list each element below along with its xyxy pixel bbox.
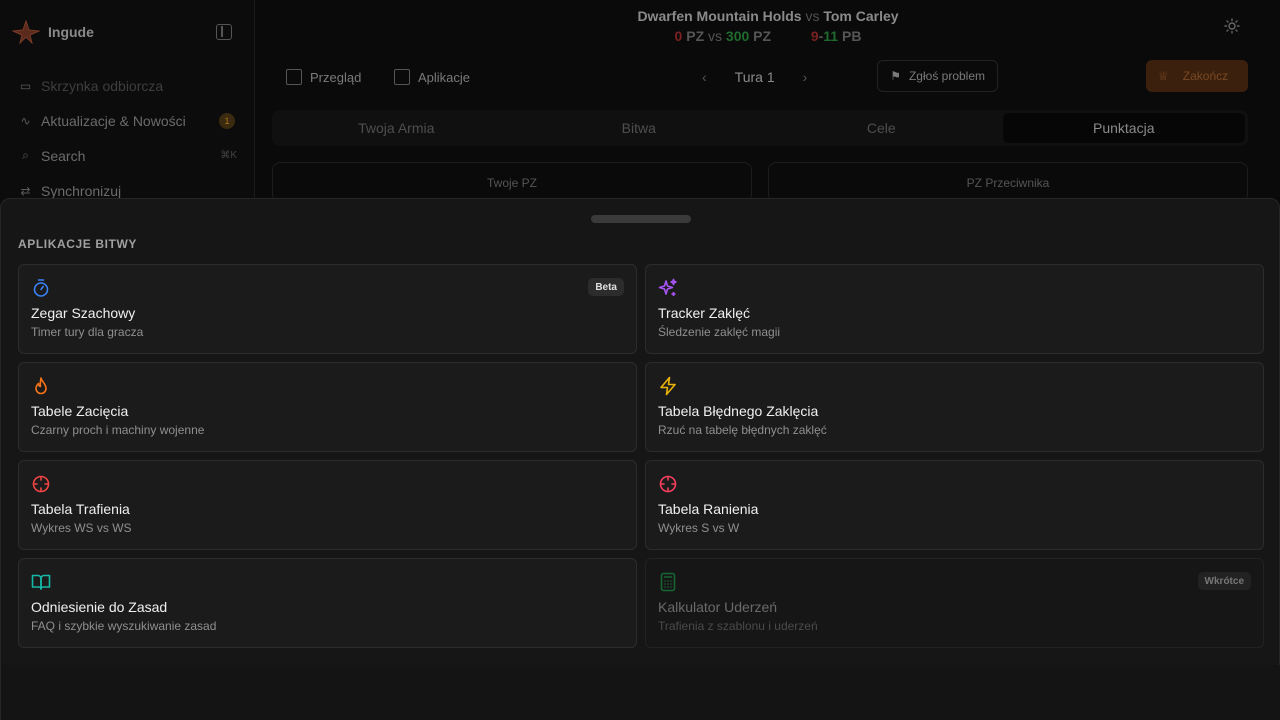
opponent-pz-card: PZ Przeciwnika xyxy=(768,162,1248,202)
opponent-pz: 300 xyxy=(725,28,750,44)
grid-icon xyxy=(394,69,410,85)
flag-icon: ⚑ xyxy=(890,69,901,83)
player-army: Dwarfen Mountain Holds xyxy=(637,8,802,24)
pz-label: PZ xyxy=(753,28,772,44)
turn-label: Tura 1 xyxy=(734,69,775,85)
app-subtitle: Rzuć na tabelę błędnych zaklęć xyxy=(658,423,827,437)
app-card-rules-reference[interactable]: Odniesienie do Zasad FAQ i szybkie wyszu… xyxy=(18,558,637,648)
drawer-handle[interactable] xyxy=(591,215,691,223)
pz-row: Twoje PZ PZ Przeciwnika xyxy=(272,162,1248,202)
sync-icon: ⇄ xyxy=(20,183,31,198)
app-card-to-hit-table[interactable]: Tabela Trafienia Wykres WS vs WS xyxy=(18,460,637,550)
sidebar-item-label: Skrzynka odbiorcza xyxy=(41,77,164,94)
app-title: Tabele Zacięcia xyxy=(31,403,129,419)
app-subtitle: Trafienia z szablonu i uderzeń xyxy=(658,619,818,633)
sidebar-item-updates[interactable]: ∿ Aktualizacje & Nowości 1 xyxy=(10,103,245,138)
sidebar-item-search[interactable]: ⌕ Search ⌘K xyxy=(10,138,245,173)
finish-button[interactable]: ♕ Zakończ xyxy=(1146,60,1248,92)
pz-label: PZ xyxy=(686,28,705,44)
app-title: Kalkulator Uderzeń xyxy=(658,599,778,615)
apps-button[interactable]: Aplikacje xyxy=(394,60,470,94)
coming-soon-badge: Wkrótce xyxy=(1197,572,1251,590)
sidebar-item-label: Search xyxy=(41,147,86,164)
app-subtitle: Czarny proch i machiny wojenne xyxy=(31,423,205,437)
report-problem-button[interactable]: ⚑ Zgłoś problem xyxy=(877,60,998,92)
app-subtitle: Śledzenie zaklęć magii xyxy=(658,325,781,339)
sparkles-icon xyxy=(658,278,677,296)
vs-label: vs xyxy=(805,8,820,24)
opponent-name: Tom Carley xyxy=(823,8,899,24)
timer-icon xyxy=(33,279,49,297)
pb-left: 9 xyxy=(810,28,819,44)
search-shortcut: ⌘K xyxy=(220,150,237,161)
crosshair-icon xyxy=(659,475,677,493)
app-title: Tabela Trafienia xyxy=(31,501,130,517)
tab-battle[interactable]: Bitwa xyxy=(518,113,761,143)
sidebar-item-label: Aktualizacje & Nowości xyxy=(41,112,186,129)
app-title: Odniesienie do Zasad xyxy=(31,599,168,615)
app-subtitle: Timer tury dla gracza xyxy=(31,325,144,339)
updates-badge: 1 xyxy=(219,112,235,129)
zap-icon xyxy=(660,376,676,396)
app-card-impact-calculator: Kalkulator Uderzeń Trafienia z szablonu … xyxy=(645,558,1264,648)
your-pz-card: Twoje PZ xyxy=(272,162,752,202)
player-pz: 0 xyxy=(674,28,683,44)
apps-grid: Zegar Szachowy Timer tury dla gracza Bet… xyxy=(18,264,1264,648)
brand-logo-icon xyxy=(12,20,40,44)
battle-apps-drawer: APLIKACJE BITWY Zegar Szachowy Timer tur… xyxy=(0,198,1280,720)
sidebar-item-inbox[interactable]: ▭ Skrzynka odbiorcza xyxy=(10,68,245,103)
tab-bar: Twoja Armia Bitwa Cele Punktacja xyxy=(272,110,1248,146)
toolbar: Przegląd Aplikacje ‹ Tura 1 › ⚑ Zgłoś pr… xyxy=(272,60,1248,94)
app-card-to-wound-table[interactable]: Tabela Ranienia Wykres S vs W xyxy=(645,460,1264,550)
search-icon: ⌕ xyxy=(22,148,29,162)
pb-right: 11 xyxy=(823,28,839,44)
score-line: 0 PZ vs 300 PZ 9-11 PB xyxy=(256,28,1280,44)
sidebar-nav: ▭ Skrzynka odbiorcza ∿ Aktualizacje & No… xyxy=(10,68,245,208)
sidebar-collapse-icon[interactable] xyxy=(216,24,232,40)
app-title: Zegar Szachowy xyxy=(31,305,136,321)
tab-army[interactable]: Twoja Armia xyxy=(275,113,518,143)
overview-button[interactable]: Przegląd xyxy=(286,60,361,94)
activity-icon: ∿ xyxy=(20,113,31,128)
crosshair-icon xyxy=(32,475,50,493)
tab-scoring[interactable]: Punktacja xyxy=(1002,113,1245,143)
trophy-icon: ♕ xyxy=(1158,69,1169,83)
app-card-misfire-tables[interactable]: Tabele Zacięcia Czarny proch i machiny w… xyxy=(18,362,637,452)
turn-navigator: ‹ Tura 1 › xyxy=(702,60,807,94)
calculator-icon xyxy=(660,572,676,592)
flame-icon xyxy=(35,377,47,395)
app-subtitle: Wykres WS vs WS xyxy=(31,521,132,535)
score-vs: vs xyxy=(708,28,723,44)
chevron-right-icon[interactable]: › xyxy=(803,69,808,85)
beta-badge: Beta xyxy=(588,278,624,296)
book-open-icon xyxy=(31,574,51,590)
app-card-miscast-table[interactable]: Tabela Błędnego Zaklęcia Rzuć na tabelę … xyxy=(645,362,1264,452)
sun-icon[interactable] xyxy=(1224,18,1240,34)
brand[interactable]: Ingude xyxy=(12,20,94,44)
drawer-footer xyxy=(1,665,1280,720)
map-icon xyxy=(286,69,302,85)
brand-name: Ingude xyxy=(48,24,94,40)
app-title: Tabela Błędnego Zaklęcia xyxy=(658,403,819,419)
app-card-spell-tracker[interactable]: Tracker Zaklęć Śledzenie zaklęć magii xyxy=(645,264,1264,354)
tab-objectives[interactable]: Cele xyxy=(760,113,1003,143)
app-subtitle: Wykres S vs W xyxy=(658,521,740,535)
matchup-header: Dwarfen Mountain Holds vs Tom Carley 0 P… xyxy=(256,8,1280,44)
app-title: Tabela Ranienia xyxy=(658,501,759,517)
drawer-title: APLIKACJE BITWY xyxy=(18,237,138,251)
chevron-left-icon[interactable]: ‹ xyxy=(702,69,707,85)
app-subtitle: FAQ i szybkie wyszukiwanie zasad xyxy=(31,619,217,633)
sidebar-item-label: Synchronizuj xyxy=(41,182,122,199)
app-title: Tracker Zaklęć xyxy=(658,305,751,321)
pb-label: PB xyxy=(842,28,862,44)
app-card-chess-clock[interactable]: Zegar Szachowy Timer tury dla gracza Bet… xyxy=(18,264,637,354)
inbox-icon: ▭ xyxy=(19,78,32,93)
